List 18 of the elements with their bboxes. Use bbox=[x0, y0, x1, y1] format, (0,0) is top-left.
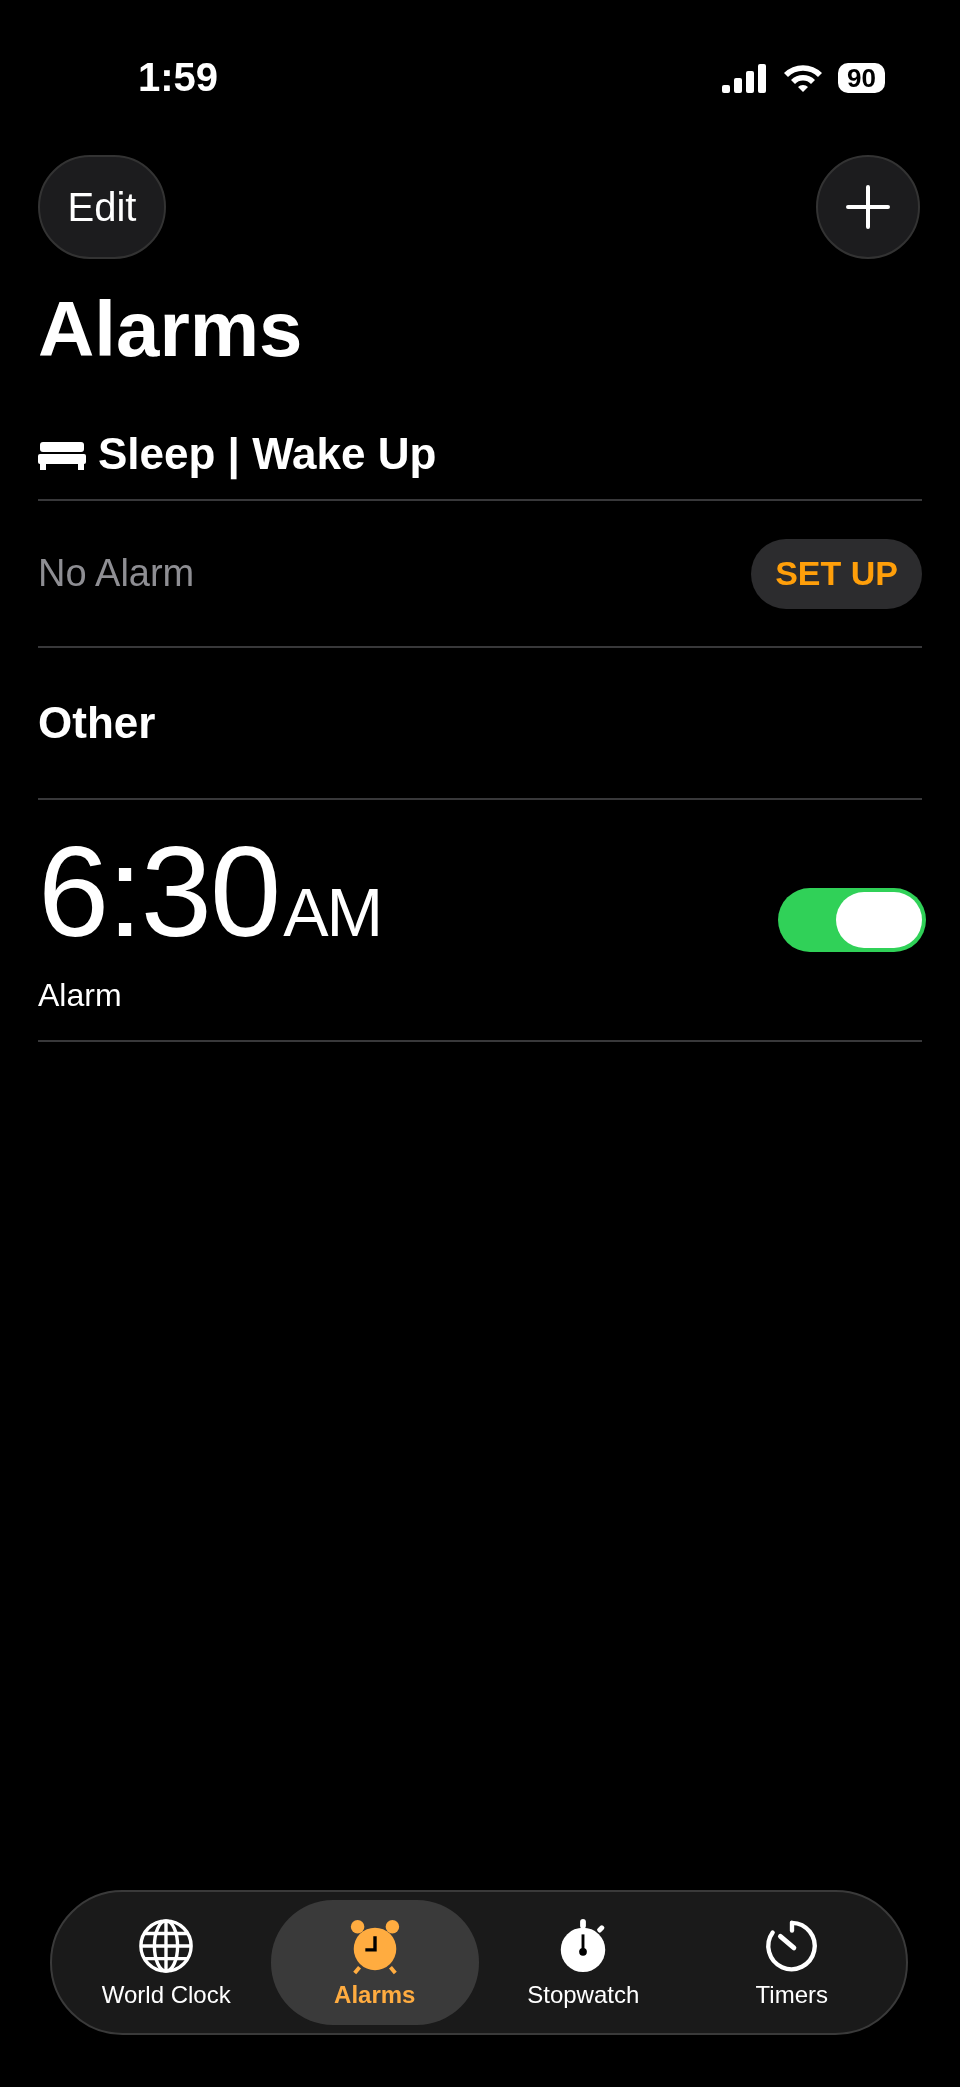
page-title: Alarms bbox=[38, 284, 304, 375]
battery-level: 90 bbox=[838, 62, 885, 93]
tab[interactable]: Stopwatch bbox=[479, 1900, 688, 2025]
plus-icon bbox=[846, 185, 890, 229]
signal-icon bbox=[722, 62, 769, 93]
no-alarm-text: No Alarm bbox=[38, 552, 195, 595]
tab[interactable]: World Clock bbox=[62, 1900, 271, 2025]
section-heading: Other bbox=[38, 698, 156, 748]
alarm-label: Alarm bbox=[38, 976, 123, 1014]
wifi-icon bbox=[782, 62, 825, 93]
alarm-time: 6:30AM bbox=[38, 826, 382, 965]
tab[interactable]: Alarms bbox=[270, 1900, 479, 2025]
globe-icon bbox=[137, 1916, 196, 1975]
set-up-button[interactable]: SET UP bbox=[751, 538, 922, 609]
section-heading: Sleep | Wake Up bbox=[98, 429, 437, 479]
tab[interactable]: Timers bbox=[687, 1900, 896, 2025]
edit-button[interactable]: Edit bbox=[38, 155, 166, 259]
status-time: 1:59 bbox=[138, 55, 219, 100]
